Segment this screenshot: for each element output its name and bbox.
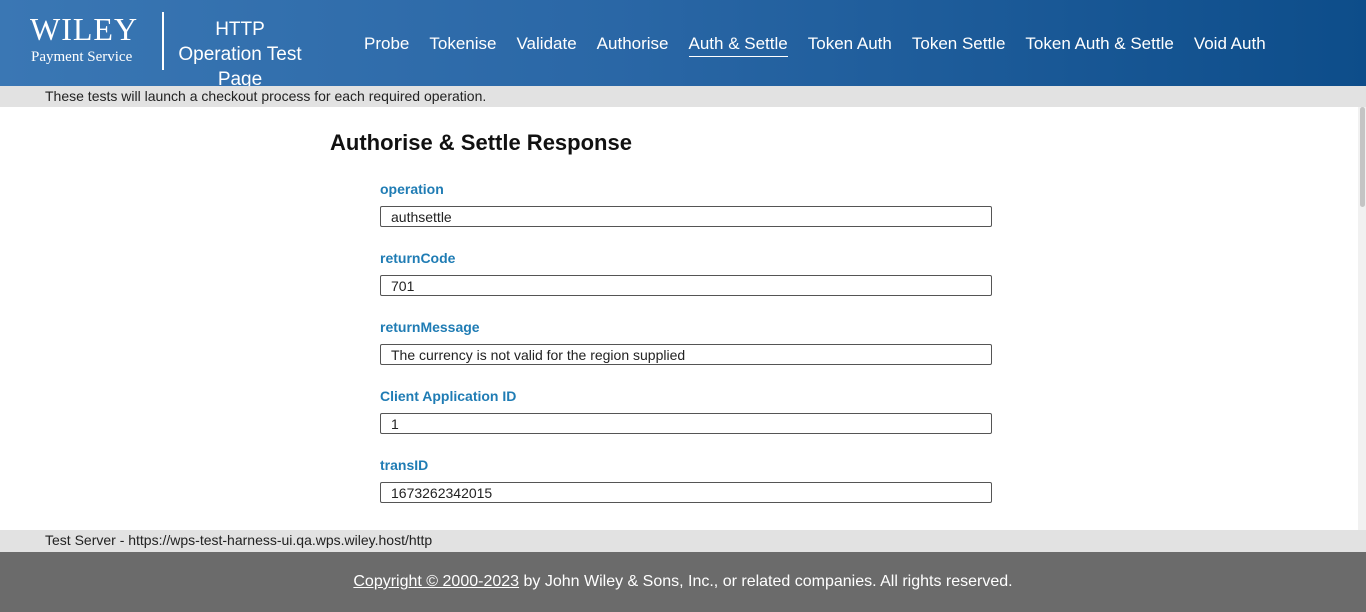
client-app-id-field[interactable] [380,413,992,434]
info-text: These tests will launch a checkout proce… [45,88,487,104]
nav-item-token-auth[interactable]: Token Auth [808,33,892,57]
main-nav: Probe Tokenise Validate Authorise Auth &… [354,33,1276,57]
copyright-text: by John Wiley & Sons, Inc., or related c… [519,573,1013,590]
logo-subtitle: Payment Service [31,49,133,65]
page-title: HTTP Operation Test Page [178,19,302,90]
client-app-id-label: Client Application ID [380,388,517,404]
return-code-field[interactable] [380,275,992,296]
operation-label: operation [380,181,444,197]
wiley-logo[interactable]: WILEY Payment Service [30,12,164,70]
operation-field[interactable] [380,206,992,227]
trans-id-label: transID [380,457,429,473]
nav-item-probe[interactable]: Probe [364,33,409,57]
server-info-text: Test Server - https://wps-test-harness-u… [45,532,433,548]
nav-item-token-auth-settle[interactable]: Token Auth & Settle [1025,33,1173,57]
logo-wordmark: WILEY [30,11,139,47]
nav-item-authorise[interactable]: Authorise [597,33,669,57]
nav-item-tokenise[interactable]: Tokenise [429,33,496,57]
scrollbar-thumb[interactable] [1360,107,1365,207]
return-message-field[interactable] [380,344,992,365]
main-content: Authorise & Settle Response operation re… [0,107,1360,530]
site-header: WILEY Payment Service HTTP Operation Tes… [0,0,1366,90]
nav-item-token-settle[interactable]: Token Settle [912,33,1006,57]
response-heading: Authorise & Settle Response [330,130,632,155]
copyright-line: Copyright © 2000-2023 by John Wiley & So… [0,573,1366,591]
nav-item-auth-settle[interactable]: Auth & Settle [688,33,788,57]
return-message-label: returnMessage [380,319,480,335]
server-info-bar: Test Server - https://wps-test-harness-u… [0,530,1366,552]
copyright-link[interactable]: Copyright © 2000-2023 [353,573,519,590]
info-bar: These tests will launch a checkout proce… [0,86,1366,107]
site-footer: Copyright © 2000-2023 by John Wiley & So… [0,552,1366,612]
nav-item-void-auth[interactable]: Void Auth [1194,33,1266,57]
return-code-label: returnCode [380,250,456,266]
nav-item-validate[interactable]: Validate [516,33,576,57]
content-scrollbar[interactable] [1358,107,1366,530]
trans-id-field[interactable] [380,482,992,503]
